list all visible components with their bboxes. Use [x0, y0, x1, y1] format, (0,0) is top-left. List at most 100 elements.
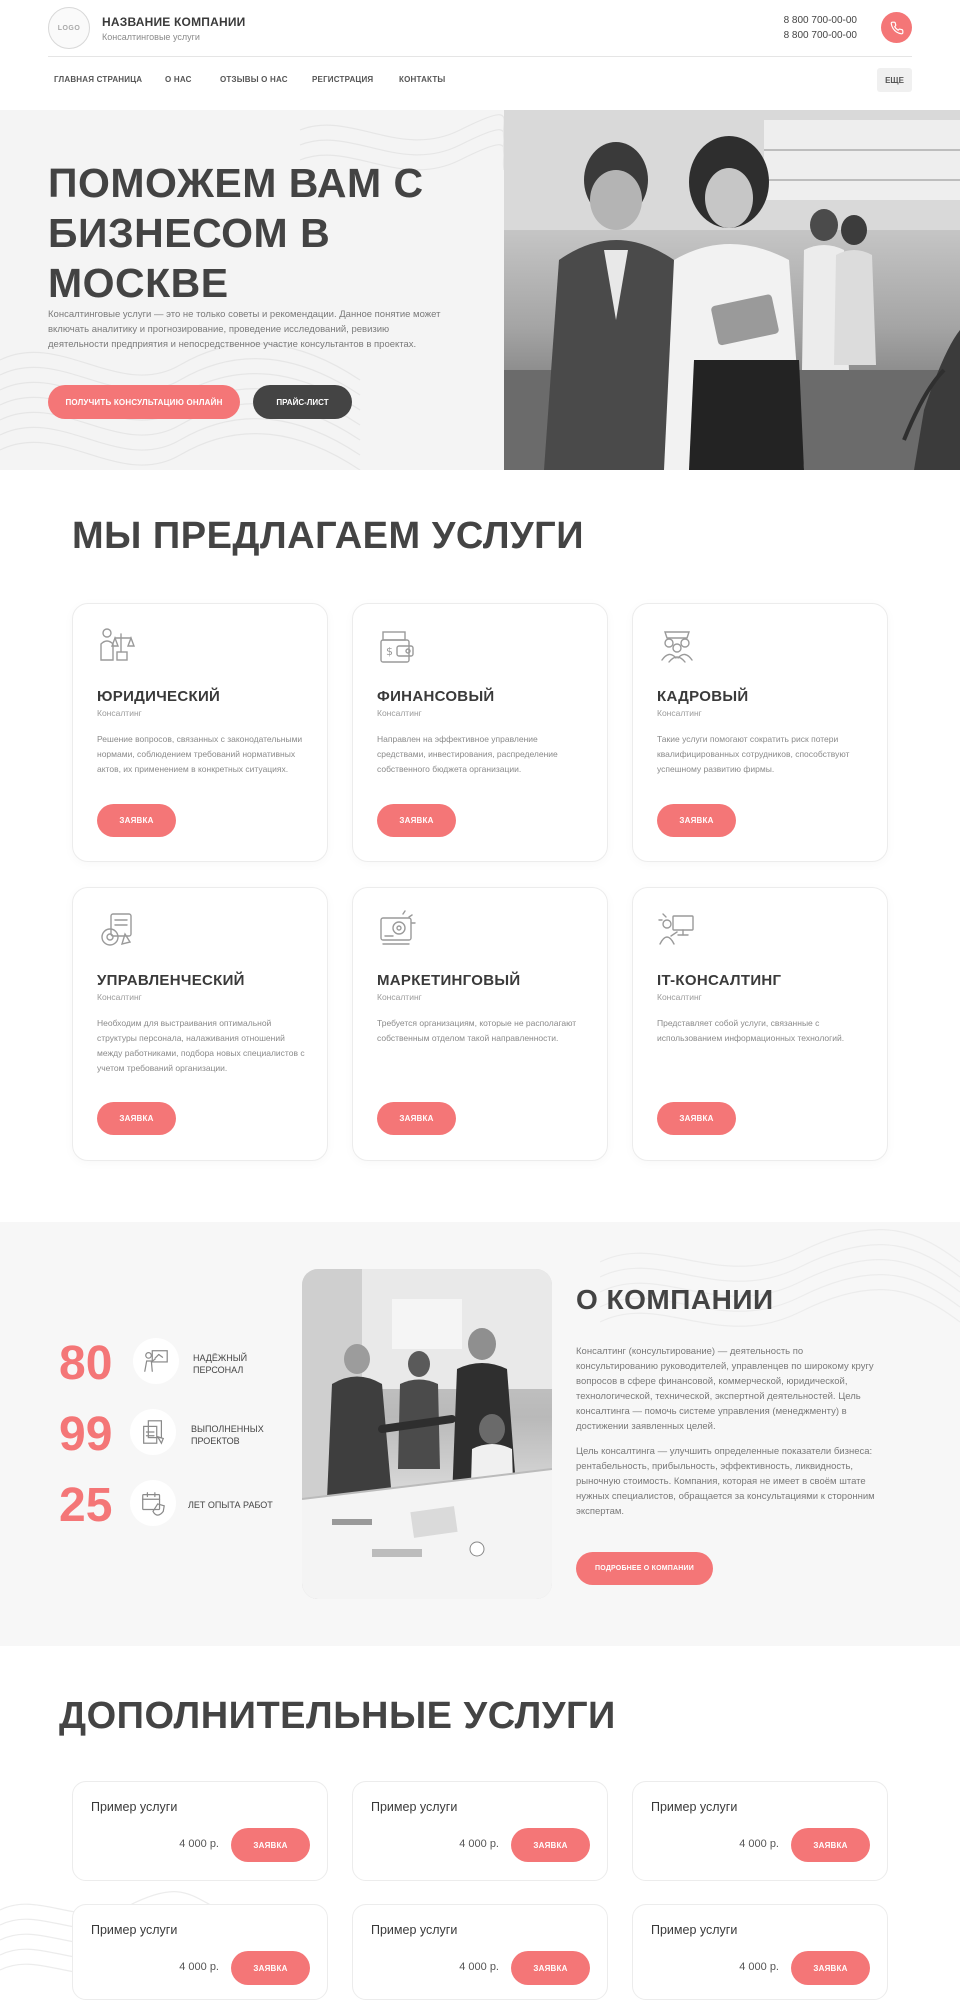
- about-more-button[interactable]: ПОДРОБНЕЕ О КОМПАНИИ: [576, 1552, 713, 1585]
- service-description: Такие услуги помогают сократить риск пот…: [657, 734, 850, 774]
- service-title: IT-КОНСАЛТИНГ: [657, 972, 782, 989]
- extra-service-price: 4 000 р.: [459, 1838, 499, 1850]
- extra-service-card: Пример услуги 4 000 р. ЗАЯВКА: [72, 1781, 328, 1881]
- phone-number-2[interactable]: 8 800 700-00-00: [784, 28, 857, 43]
- extra-service-name: Пример услуги: [91, 1923, 178, 1937]
- stat-number: 80: [59, 1337, 113, 1390]
- main-nav: ГЛАВНАЯ СТРАНИЦА О НАС ОТЗЫВЫ О НАС РЕГИ…: [0, 66, 960, 94]
- extra-service-name: Пример услуги: [371, 1923, 458, 1937]
- extra-request-button[interactable]: ЗАЯВКА: [511, 1828, 590, 1862]
- service-subtitle: Консалтинг: [377, 708, 422, 718]
- price-list-button[interactable]: ПРАЙС-ЛИСТ: [253, 385, 352, 419]
- service-request-button[interactable]: ЗАЯВКА: [657, 804, 736, 837]
- about-title: О КОМПАНИИ: [576, 1284, 774, 1315]
- presenter-board-icon: [144, 1350, 168, 1372]
- extra-service-price: 4 000 р.: [739, 1961, 779, 1973]
- service-subtitle: Консалтинг: [97, 708, 142, 718]
- company-logo[interactable]: LOGO: [48, 7, 90, 49]
- extra-request-button[interactable]: ЗАЯВКА: [791, 1951, 870, 1985]
- service-description: Решение вопросов, связанных с законодате…: [97, 734, 303, 774]
- stat-number: 25: [59, 1479, 113, 1532]
- service-request-button[interactable]: ЗАЯВКА: [657, 1102, 736, 1135]
- service-request-button[interactable]: ЗАЯВКА: [377, 1102, 456, 1135]
- stat-icon-wrap: [133, 1338, 179, 1384]
- service-description: Представляет собой услуги, связанные с и…: [657, 1018, 845, 1043]
- service-subtitle: Консалтинг: [657, 708, 702, 718]
- extra-service-name: Пример услуги: [91, 1800, 178, 1814]
- marketing-target-icon: [380, 910, 416, 945]
- extra-service-name: Пример услуги: [371, 1800, 458, 1814]
- service-request-button[interactable]: ЗАЯВКА: [97, 804, 176, 837]
- hero-title: ПОМОЖЕМ ВАМ С БИЗНЕСОМ В МОСКВЕ: [48, 160, 424, 306]
- about-section: 80 НАДЁЖНЫЙ ПЕРСОНАЛ 99 ВЫПОЛНЕННЫХ ПРОЕ…: [0, 1222, 960, 1646]
- service-description: Требуется организациям, которые не распо…: [377, 1018, 577, 1043]
- extra-request-button[interactable]: ЗАЯВКА: [511, 1951, 590, 1985]
- services-title: МЫ ПРЕДЛАГАЕМ УСЛУГИ: [72, 515, 585, 557]
- extra-service-card: Пример услуги 4 000 р. ЗАЯВКА: [632, 1904, 888, 2000]
- service-card: УПРАВЛЕНЧЕСКИЙ Консалтинг Необходим для …: [72, 887, 328, 1161]
- service-card: IT-КОНСАЛТИНГ Консалтинг Представляет со…: [632, 887, 888, 1161]
- business-people-illustration: [504, 110, 960, 470]
- extra-service-card: Пример услуги 4 000 р. ЗАЯВКА: [72, 1904, 328, 2000]
- stat-number: 99: [59, 1408, 113, 1461]
- extra-request-button[interactable]: ЗАЯВКА: [231, 1828, 310, 1862]
- service-title: ЮРИДИЧЕСКИЙ: [97, 688, 221, 705]
- phone-number-1[interactable]: 8 800 700-00-00: [784, 13, 857, 28]
- extra-service-price: 4 000 р.: [739, 1838, 779, 1850]
- service-card: МАРКЕТИНГОВЫЙ Консалтинг Требуется орган…: [352, 887, 608, 1161]
- nav-item-home[interactable]: ГЛАВНАЯ СТРАНИЦА: [54, 75, 142, 84]
- header: LOGO НАЗВАНИЕ КОМПАНИИ Консалтинговые ус…: [0, 0, 960, 56]
- company-subtitle: Консалтинговые услуги: [102, 32, 200, 42]
- logo-text: LOGO: [57, 24, 81, 32]
- service-description: Направлен на эффективное управление сред…: [377, 734, 558, 774]
- extra-service-card: Пример услуги 4 000 р. ЗАЯВКА: [352, 1904, 608, 2000]
- svg-text:$: $: [386, 645, 393, 658]
- service-title: МАРКЕТИНГОВЫЙ: [377, 972, 521, 989]
- extra-services-title: ДОПОЛНИТЕЛЬНЫЕ УСЛУГИ: [59, 1695, 616, 1737]
- company-block: НАЗВАНИЕ КОМПАНИИ Консалтинговые услуги: [102, 15, 245, 42]
- calendar-shield-icon: [142, 1492, 165, 1516]
- header-divider: [48, 56, 912, 57]
- nav-item-reviews[interactable]: ОТЗЫВЫ О НАС: [220, 75, 288, 84]
- company-name: НАЗВАНИЕ КОМПАНИИ: [102, 15, 246, 29]
- extra-service-card: Пример услуги 4 000 р. ЗАЯВКА: [352, 1781, 608, 1881]
- stat-label: ЛЕТ ОПЫТА РАБОТ: [188, 1500, 273, 1510]
- service-subtitle: Консалтинг: [657, 992, 702, 1002]
- about-paragraph-2: Цель консалтинга — улучшить определенные…: [576, 1446, 875, 1517]
- stat-icon-wrap: [130, 1480, 176, 1526]
- service-title: ФИНАНСОВЫЙ: [377, 688, 495, 705]
- phone-numbers: 8 800 700-00-00 8 800 700-00-00: [784, 13, 857, 43]
- hero-business-photo: [504, 110, 960, 470]
- about-paragraph-1: Консалтинг (консультирование) — деятельн…: [576, 1346, 874, 1432]
- hero-description: Консалтинговые услуги — это не только со…: [48, 309, 441, 350]
- stat-icon-wrap: [130, 1409, 176, 1455]
- management-gear-icon: [101, 913, 132, 946]
- nav-item-registration[interactable]: РЕГИСТРАЦИЯ: [312, 75, 373, 84]
- nav-item-about[interactable]: О НАС: [165, 75, 192, 84]
- extra-request-button[interactable]: ЗАЯВКА: [791, 1828, 870, 1862]
- hero-section: ПОМОЖЕМ ВАМ С БИЗНЕСОМ В МОСКВЕ Консалти…: [0, 110, 960, 470]
- service-description: Необходим для выстраивания оптимальной с…: [97, 1018, 305, 1073]
- extra-request-button[interactable]: ЗАЯВКА: [231, 1951, 310, 1985]
- service-card: ЮРИДИЧЕСКИЙ Консалтинг Решение вопросов,…: [72, 603, 328, 862]
- service-card: $ ФИНАНСОВЫЙ Консалтинг Направлен на эфф…: [352, 603, 608, 862]
- extra-service-price: 4 000 р.: [179, 1961, 219, 1973]
- service-title: УПРАВЛЕНЧЕСКИЙ: [97, 972, 245, 989]
- service-request-button[interactable]: ЗАЯВКА: [97, 1102, 176, 1135]
- service-title: КАДРОВЫЙ: [657, 688, 749, 705]
- consultation-button[interactable]: ПОЛУЧИТЬ КОНСУЛЬТАЦИЮ ОНЛАЙН: [48, 385, 240, 419]
- nav-item-contacts[interactable]: КОНТАКТЫ: [399, 75, 445, 84]
- documents-icon: [143, 1420, 165, 1445]
- service-request-button[interactable]: ЗАЯВКА: [377, 804, 456, 837]
- extra-service-price: 4 000 р.: [179, 1838, 219, 1850]
- extra-service-price: 4 000 р.: [459, 1961, 499, 1973]
- legal-scales-icon: [100, 628, 136, 661]
- call-button[interactable]: [881, 12, 912, 43]
- about-handshake-photo: [302, 1269, 552, 1599]
- team-people-icon: [661, 631, 693, 663]
- service-subtitle: Консалтинг: [377, 992, 422, 1002]
- nav-more-button[interactable]: ЕЩЕ: [877, 68, 912, 92]
- stat-label: НАДЁЖНЫЙ ПЕРСОНАЛ: [193, 1353, 248, 1375]
- extra-service-name: Пример услуги: [651, 1923, 738, 1937]
- money-wallet-icon: $: [380, 631, 414, 663]
